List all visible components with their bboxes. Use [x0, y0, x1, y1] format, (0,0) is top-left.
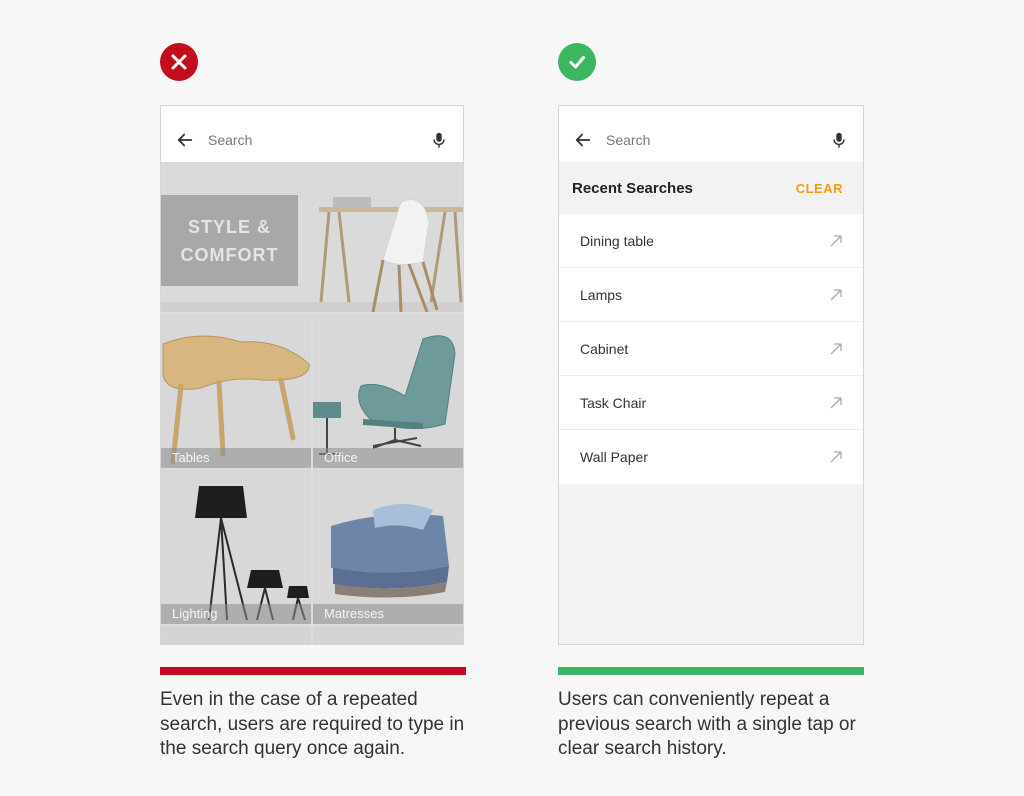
recent-searches-header: Recent Searches CLEAR: [559, 162, 863, 214]
arrow-up-left-icon[interactable]: [829, 396, 843, 410]
lamp-illustration: [195, 486, 309, 621]
success-badge-icon: [558, 43, 596, 81]
category-tile-matresses[interactable]: Matresses: [313, 470, 463, 624]
category-tile-partial: [161, 626, 311, 644]
tile-caption: Tables: [161, 448, 311, 468]
promo-line-1: STYLE &: [187, 216, 271, 237]
good-example-caption: Users can conveniently repeat a previous…: [558, 689, 856, 759]
category-tile-lighting[interactable]: Lighting: [161, 470, 311, 624]
recent-search-label: Dining table: [580, 232, 654, 249]
category-tile-partial: [313, 626, 463, 644]
category-grid: STYLE & COMFORT Tables Office Lighting M…: [161, 162, 463, 644]
recent-search-item[interactable]: Dining table: [559, 214, 863, 268]
recent-search-item[interactable]: Cabinet: [559, 322, 863, 376]
arrow-up-left-icon[interactable]: [829, 288, 843, 302]
table-illustration: [162, 335, 310, 465]
recent-search-label: Wall Paper: [580, 449, 648, 465]
bad-example-caption: Even in the case of a repeated search, u…: [160, 689, 465, 759]
search-bar[interactable]: Search: [559, 106, 863, 162]
recent-searches-list: Dining table Lamps Cabinet Task Chair Wa…: [559, 214, 863, 484]
arrow-up-left-icon[interactable]: [829, 450, 843, 464]
clear-button[interactable]: CLEAR: [796, 181, 843, 196]
error-divider: [160, 667, 466, 675]
recent-search-label: Cabinet: [580, 340, 629, 357]
tile-caption: Matresses: [313, 604, 463, 624]
back-arrow-icon[interactable]: [573, 130, 593, 150]
good-example-phone: Search Recent Searches CLEAR Dining tabl…: [558, 105, 864, 645]
category-tile-office[interactable]: Office: [313, 314, 463, 468]
search-bar[interactable]: Search: [161, 106, 463, 162]
recent-search-label: Task Chair: [580, 394, 647, 411]
tile-caption: Office: [313, 448, 463, 468]
microphone-icon[interactable]: [829, 130, 849, 150]
tile-caption: Lighting: [161, 604, 311, 624]
category-tile-tables[interactable]: Tables: [161, 314, 311, 468]
success-divider: [558, 667, 864, 675]
blankets-illustration: [331, 504, 449, 598]
error-badge-icon: [160, 43, 198, 81]
recent-search-item[interactable]: Wall Paper: [559, 430, 863, 484]
promo-banner-tile[interactable]: STYLE & COMFORT: [161, 162, 463, 312]
promo-banner: STYLE & COMFORT: [161, 195, 298, 286]
recent-search-item[interactable]: Lamps: [559, 268, 863, 322]
lounge-chair-illustration: [313, 335, 456, 455]
search-input[interactable]: Search: [606, 132, 829, 148]
recent-searches-title: Recent Searches: [572, 179, 693, 197]
arrow-up-left-icon[interactable]: [829, 342, 843, 356]
microphone-icon[interactable]: [429, 130, 449, 150]
recent-search-item[interactable]: Task Chair: [559, 376, 863, 430]
bad-example-phone: Search STYLE & COMFORT Tables Office Lig…: [160, 105, 464, 645]
search-input[interactable]: Search: [208, 132, 429, 148]
arrow-up-left-icon[interactable]: [829, 234, 843, 248]
recent-search-label: Lamps: [580, 286, 623, 303]
back-arrow-icon[interactable]: [175, 130, 195, 150]
promo-line-2: COMFORT: [180, 244, 279, 265]
